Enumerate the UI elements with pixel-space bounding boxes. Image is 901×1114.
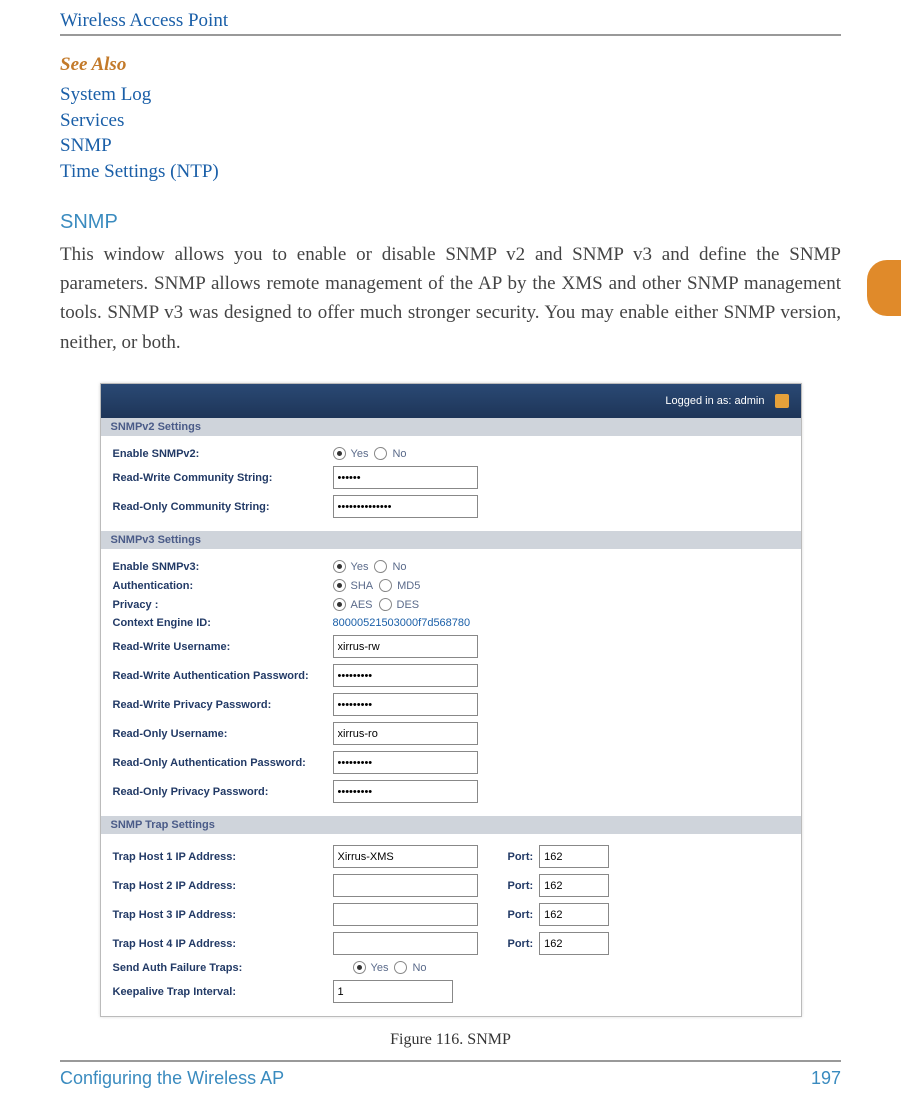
running-head: Wireless Access Point (60, 10, 841, 36)
trap-host-4-port-label: Port: (508, 938, 534, 950)
context-engine-label: Context Engine ID: (113, 617, 333, 629)
send-auth-fail-label: Send Auth Failure Traps: (113, 962, 333, 974)
figure-caption: Figure 116. SNMP (60, 1031, 841, 1049)
trap-host-3-port-input[interactable] (539, 903, 609, 926)
rw-community-input[interactable] (333, 466, 478, 489)
ro-auth-pw-label: Read-Only Authentication Password: (113, 757, 333, 769)
auth-sha-radio[interactable]: SHA (333, 579, 374, 592)
privacy-label: Privacy : (113, 599, 333, 611)
band-snmpv3: SNMPv3 Settings (101, 531, 801, 549)
rw-auth-pw-input[interactable] (333, 664, 478, 687)
snmpv3-yes-radio[interactable]: Yes (333, 560, 369, 573)
trap-host-4-label: Trap Host 4 IP Address: (113, 938, 333, 950)
priv-aes-radio[interactable]: AES (333, 598, 373, 611)
context-engine-value: 80000521503000f7d568780 (333, 617, 471, 629)
trap-host-3-ip-input[interactable] (333, 903, 478, 926)
figure-snmp-screenshot: Logged in as: admin SNMPv2 Settings Enab… (100, 383, 802, 1017)
link-services[interactable]: Services (60, 108, 841, 134)
titlebar-badge-icon (775, 394, 789, 408)
rw-community-label: Read-Write Community String: (113, 472, 333, 484)
ro-community-label: Read-Only Community String: (113, 501, 333, 513)
ro-community-input[interactable] (333, 495, 478, 518)
rw-auth-pw-label: Read-Write Authentication Password: (113, 670, 333, 682)
footer-section: Configuring the Wireless AP (60, 1068, 284, 1089)
trap-host-2-port-input[interactable] (539, 874, 609, 897)
rw-username-label: Read-Write Username: (113, 641, 333, 653)
footer-page-number: 197 (811, 1068, 841, 1089)
link-snmp[interactable]: SNMP (60, 133, 841, 159)
ro-priv-pw-label: Read-Only Privacy Password: (113, 786, 333, 798)
send-fail-no-radio[interactable]: No (394, 961, 426, 974)
trap-host-2-ip-input[interactable] (333, 874, 478, 897)
band-snmpv2: SNMPv2 Settings (101, 418, 801, 436)
logged-in-label: Logged in as: admin (665, 395, 764, 407)
ro-priv-pw-input[interactable] (333, 780, 478, 803)
ro-username-label: Read-Only Username: (113, 728, 333, 740)
snmpv2-no-radio[interactable]: No (374, 447, 406, 460)
trap-host-2-label: Trap Host 2 IP Address: (113, 880, 333, 892)
trap-host-4-port-input[interactable] (539, 932, 609, 955)
trap-host-3-label: Trap Host 3 IP Address: (113, 909, 333, 921)
auth-label: Authentication: (113, 580, 333, 592)
auth-md5-radio[interactable]: MD5 (379, 579, 420, 592)
priv-des-radio[interactable]: DES (379, 598, 420, 611)
send-fail-yes-radio[interactable]: Yes (353, 961, 389, 974)
enable-snmpv2-label: Enable SNMPv2: (113, 448, 333, 460)
ro-username-input[interactable] (333, 722, 478, 745)
section-body: This window allows you to enable or disa… (60, 240, 841, 358)
trap-host-3-port-label: Port: (508, 909, 534, 921)
trap-host-1-label: Trap Host 1 IP Address: (113, 851, 333, 863)
band-trap: SNMP Trap Settings (101, 816, 801, 834)
ro-auth-pw-input[interactable] (333, 751, 478, 774)
section-heading-snmp: SNMP (60, 211, 841, 234)
keepalive-label: Keepalive Trap Interval: (113, 986, 333, 998)
link-system-log[interactable]: System Log (60, 82, 841, 108)
trap-host-2-port-label: Port: (508, 880, 534, 892)
trap-host-1-port-label: Port: (508, 851, 534, 863)
rw-username-input[interactable] (333, 635, 478, 658)
snmpv2-yes-radio[interactable]: Yes (333, 447, 369, 460)
rw-priv-pw-input[interactable] (333, 693, 478, 716)
snmpv3-no-radio[interactable]: No (374, 560, 406, 573)
thumb-tab-icon (867, 260, 901, 316)
rw-priv-pw-label: Read-Write Privacy Password: (113, 699, 333, 711)
enable-snmpv3-label: Enable SNMPv3: (113, 561, 333, 573)
link-time-settings[interactable]: Time Settings (NTP) (60, 159, 841, 185)
keepalive-input[interactable] (333, 980, 453, 1003)
trap-host-1-ip-input[interactable] (333, 845, 478, 868)
trap-host-1-port-input[interactable] (539, 845, 609, 868)
see-also-heading: See Also (60, 54, 841, 76)
figure-titlebar: Logged in as: admin (101, 384, 801, 418)
trap-host-4-ip-input[interactable] (333, 932, 478, 955)
